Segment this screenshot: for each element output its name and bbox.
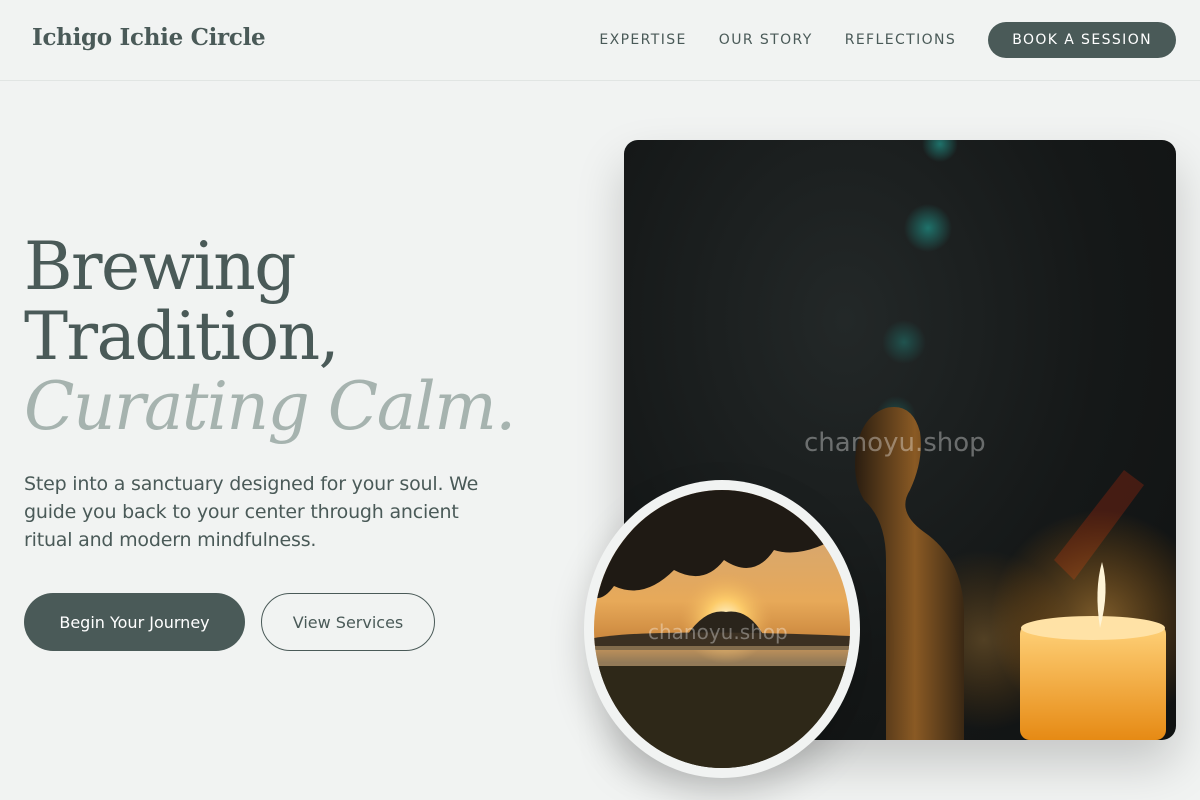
hero-title-line-2: Tradition, xyxy=(24,298,340,375)
nav-link-expertise[interactable]: EXPERTISE xyxy=(599,32,686,48)
brand-logo[interactable]: Ichigo Ichie Circle xyxy=(32,24,266,51)
sunrise-circle-frame: chanoyu.shop xyxy=(584,480,860,778)
nav-link-our-story[interactable]: OUR STORY xyxy=(719,32,813,48)
hero-title-accent: Curating Calm. xyxy=(24,368,516,445)
main-image-watermark: chanoyu.shop xyxy=(804,428,986,458)
main-nav: EXPERTISE OUR STORY REFLECTIONS BOOK A S… xyxy=(599,22,1176,58)
view-services-button[interactable]: View Services xyxy=(261,593,435,651)
book-session-button[interactable]: BOOK A SESSION xyxy=(988,22,1176,58)
circle-image-watermark: chanoyu.shop xyxy=(648,620,788,644)
nav-link-reflections[interactable]: REFLECTIONS xyxy=(845,32,957,48)
begin-journey-button[interactable]: Begin Your Journey xyxy=(24,593,245,651)
sunrise-tree-image: chanoyu.shop xyxy=(594,490,850,768)
page: Ichigo Ichie Circle EXPERTISE OUR STORY … xyxy=(0,0,1200,800)
hero-title-line-1: Brewing xyxy=(24,228,296,305)
hero-description: Step into a sanctuary designed for your … xyxy=(24,473,479,551)
hero-title: Brewing Tradition, Curating Calm. xyxy=(24,232,584,442)
site-header: Ichigo Ichie Circle EXPERTISE OUR STORY … xyxy=(0,0,1200,81)
